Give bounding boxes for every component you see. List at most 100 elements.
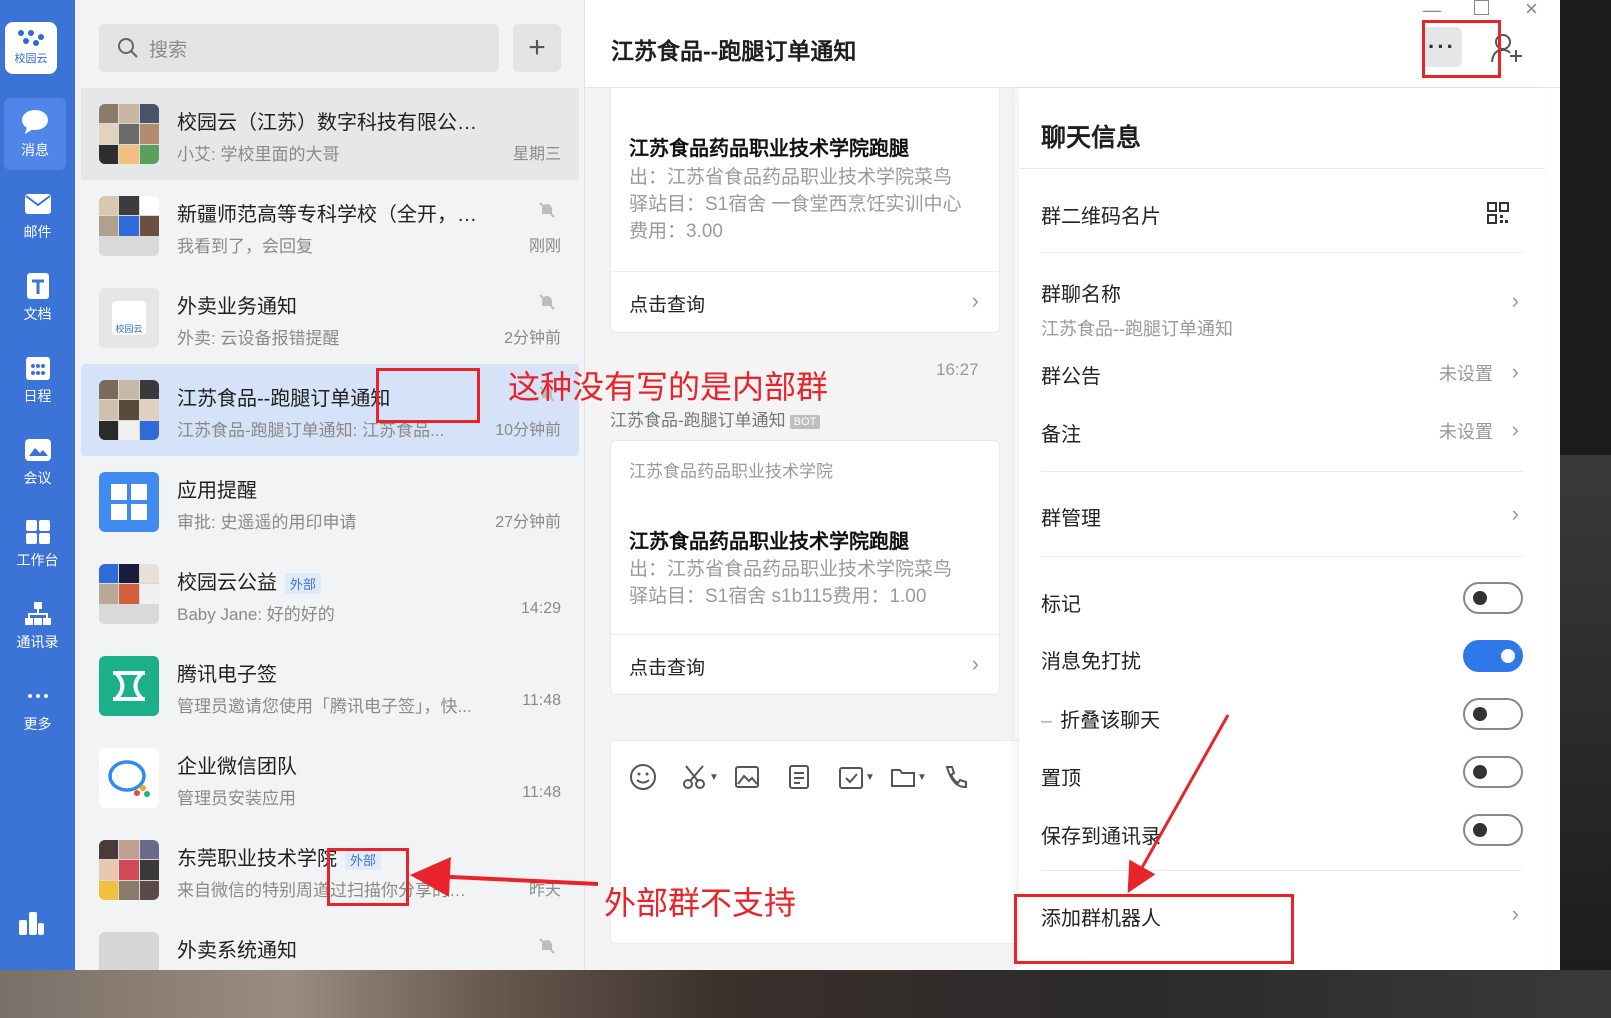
group-avatar [99,196,159,256]
conversation-item[interactable]: 外卖系统通知 [81,916,579,970]
app-reminder-avatar [99,472,159,532]
annotation-external-note: 外部群不支持 [604,885,797,921]
conversation-item[interactable]: 企业微信团队 管理员安装应用 11:48 [81,732,579,824]
rail-item-label: 消息 [21,142,49,158]
group-qr-row[interactable]: 群二维码名片 [1041,200,1531,229]
app-avatar [99,932,159,970]
conversation-name: 校园云（江苏）数字科技有限公司全员 [177,106,477,135]
grid-icon [111,484,147,520]
qr-code-icon [1487,202,1509,224]
group-manage-row[interactable]: 群管理 › [1041,501,1531,531]
fold-chat-toggle[interactable] [1463,698,1523,730]
do-not-disturb-toggle[interactable] [1463,640,1523,672]
card-title: 江苏食品药品职业技术学院跑腿 [629,531,909,553]
screenshot-scissors-icon[interactable]: ▼ [681,761,733,793]
app-logo[interactable]: 校园云 [5,22,57,74]
search-input[interactable]: 搜索 [99,24,499,72]
conversation-time: 27分钟前 [495,514,561,531]
group-avatar [99,840,159,900]
chevron-right-icon: › [1511,288,1519,313]
maximize-icon[interactable] [1474,0,1489,15]
add-button[interactable]: + [513,24,561,72]
conversation-preview: Baby Jane: 好的好的 [177,605,335,624]
rail-item-messages[interactable]: 消息 [4,98,66,170]
divider [1041,471,1523,472]
group-name-value: 江苏食品--跑腿订单通知 [1041,319,1233,339]
app-avatar: 校园云 [99,288,159,348]
external-badge: 外部 [285,573,322,595]
minimize-icon[interactable]: — [1423,0,1441,21]
divider [1041,252,1523,253]
rail-item-meeting[interactable]: 会议 [0,426,75,498]
task-icon[interactable]: ▼ [837,761,889,793]
image-icon[interactable] [733,761,785,793]
conversation-time: 昨天 [528,882,561,899]
conversation-item[interactable]: 校园云 外卖业务通知 外卖: 云设备报错提醒 2分钟前 [81,272,579,364]
rail-item-label: 邮件 [23,224,52,240]
conversation-item[interactable]: 新疆师范高等专科学校（全开，...外部 我看到了，会回复 刚刚 [81,180,579,272]
card-title: 江苏食品药品职业技术学院跑腿 [629,138,909,160]
conversation-name: 腾讯电子签 [177,664,277,686]
statistics-icon[interactable] [16,908,46,936]
workbench-icon [23,518,53,546]
more-icon [23,682,53,710]
pin-toggle[interactable] [1463,756,1523,788]
conversation-item-selected[interactable]: 江苏食品--跑腿订单通知 江苏食品-跑腿订单通知: 江苏食品... 10分钟前 [81,364,579,456]
chat-bubble-icon [20,108,50,136]
check-link[interactable]: 点击查询 › [611,271,999,331]
message-card[interactable]: 江苏食品药品职业技术学院跑腿 出：江苏省食品药品职业技术学院菜鸟 驿站目：S1宿… [610,88,1000,333]
rail-item-contacts[interactable]: 通讯录 [0,590,75,662]
group-name-row[interactable]: 群聊名称 江苏食品--跑腿订单通知 › [1041,278,1531,341]
desktop-background-lower [1560,455,1611,1018]
close-icon[interactable]: × [1525,0,1538,22]
chat-title: 江苏食品--跑腿订单通知 [611,38,857,64]
conversation-preview: 管理员邀请您使用「腾讯电子签」，快... [177,697,472,716]
conversation-list: 搜索 + 校园云（江苏）数字科技有限公司全员 小艾: 学校里面的大哥 星期三 新… [75,0,585,970]
annotation-box-more-button [1422,20,1501,78]
conversation-name: 外卖系统通知 [177,940,297,962]
group-avatar [99,564,159,624]
conversation-item[interactable]: 应用提醒 审批: 史遥遥的用印申请 27分钟前 [81,456,579,548]
rail-item-label: 通讯录 [16,634,59,650]
check-link[interactable]: 点击查询 › [611,634,999,694]
emoji-icon[interactable] [629,761,681,793]
conversation-time: 刚刚 [528,238,561,255]
annotation-box-internal [376,368,480,423]
mark-toggle[interactable] [1463,582,1523,614]
document-icon [23,272,53,300]
rail-item-label: 更多 [23,716,52,732]
desktop-wallpaper-strip [0,970,1611,1018]
folder-icon[interactable]: ▼ [889,761,941,793]
wecom-team-avatar [99,748,159,808]
mute-bell-icon [539,202,555,218]
conversation-name: 企业微信团队 [177,756,297,778]
mail-icon [23,190,53,218]
save-contacts-toggle[interactable] [1463,814,1523,846]
conversation-item[interactable]: 校园云公益 外部 Baby Jane: 好的好的 14:29 [81,548,579,640]
meeting-icon [23,436,53,464]
rail-item-calendar[interactable]: 日程 [0,344,75,416]
rail-item-workbench[interactable]: 工作台 [0,508,75,580]
file-doc-icon[interactable] [785,761,837,793]
mute-bell-icon [539,294,555,310]
group-notice-row[interactable]: 群公告 未设置 › [1041,359,1531,389]
conversation-name: 外卖业务通知 [177,296,297,318]
rail-item-docs[interactable]: 文档 [0,262,75,334]
conversation-name: 应用提醒 [177,480,257,502]
esign-icon [113,671,145,701]
remark-row[interactable]: 备注 未设置 › [1041,417,1531,447]
mute-bell-icon [539,938,555,954]
message-card[interactable]: 江苏食品药品职业技术学院 江苏食品药品职业技术学院跑腿 出：江苏省食品药品职业技… [610,440,1000,695]
card-org: 江苏食品药品职业技术学院 [629,462,833,481]
mark-row: 标记 [1041,594,1081,616]
rail-item-label: 工作台 [16,552,59,568]
divider [1019,168,1545,169]
rail-item-more[interactable]: 更多 [0,672,75,744]
conversation-item[interactable]: 腾讯电子签 管理员邀请您使用「腾讯电子签」，快... 11:48 [81,640,579,732]
conversation-item[interactable]: 校园云（江苏）数字科技有限公司全员 小艾: 学校里面的大哥 星期三 [81,88,579,180]
phone-icon[interactable] [941,761,993,793]
wecom-window: 校园云 消息 邮件 文档 日程 会议 工作台 通讯录 更多 搜索 + 校园云（江… [0,0,1560,970]
rail-item-mail[interactable]: 邮件 [0,180,75,252]
conversation-time: 2分钟前 [504,330,561,347]
nav-rail: 校园云 消息 邮件 文档 日程 会议 工作台 通讯录 更多 [0,0,75,970]
